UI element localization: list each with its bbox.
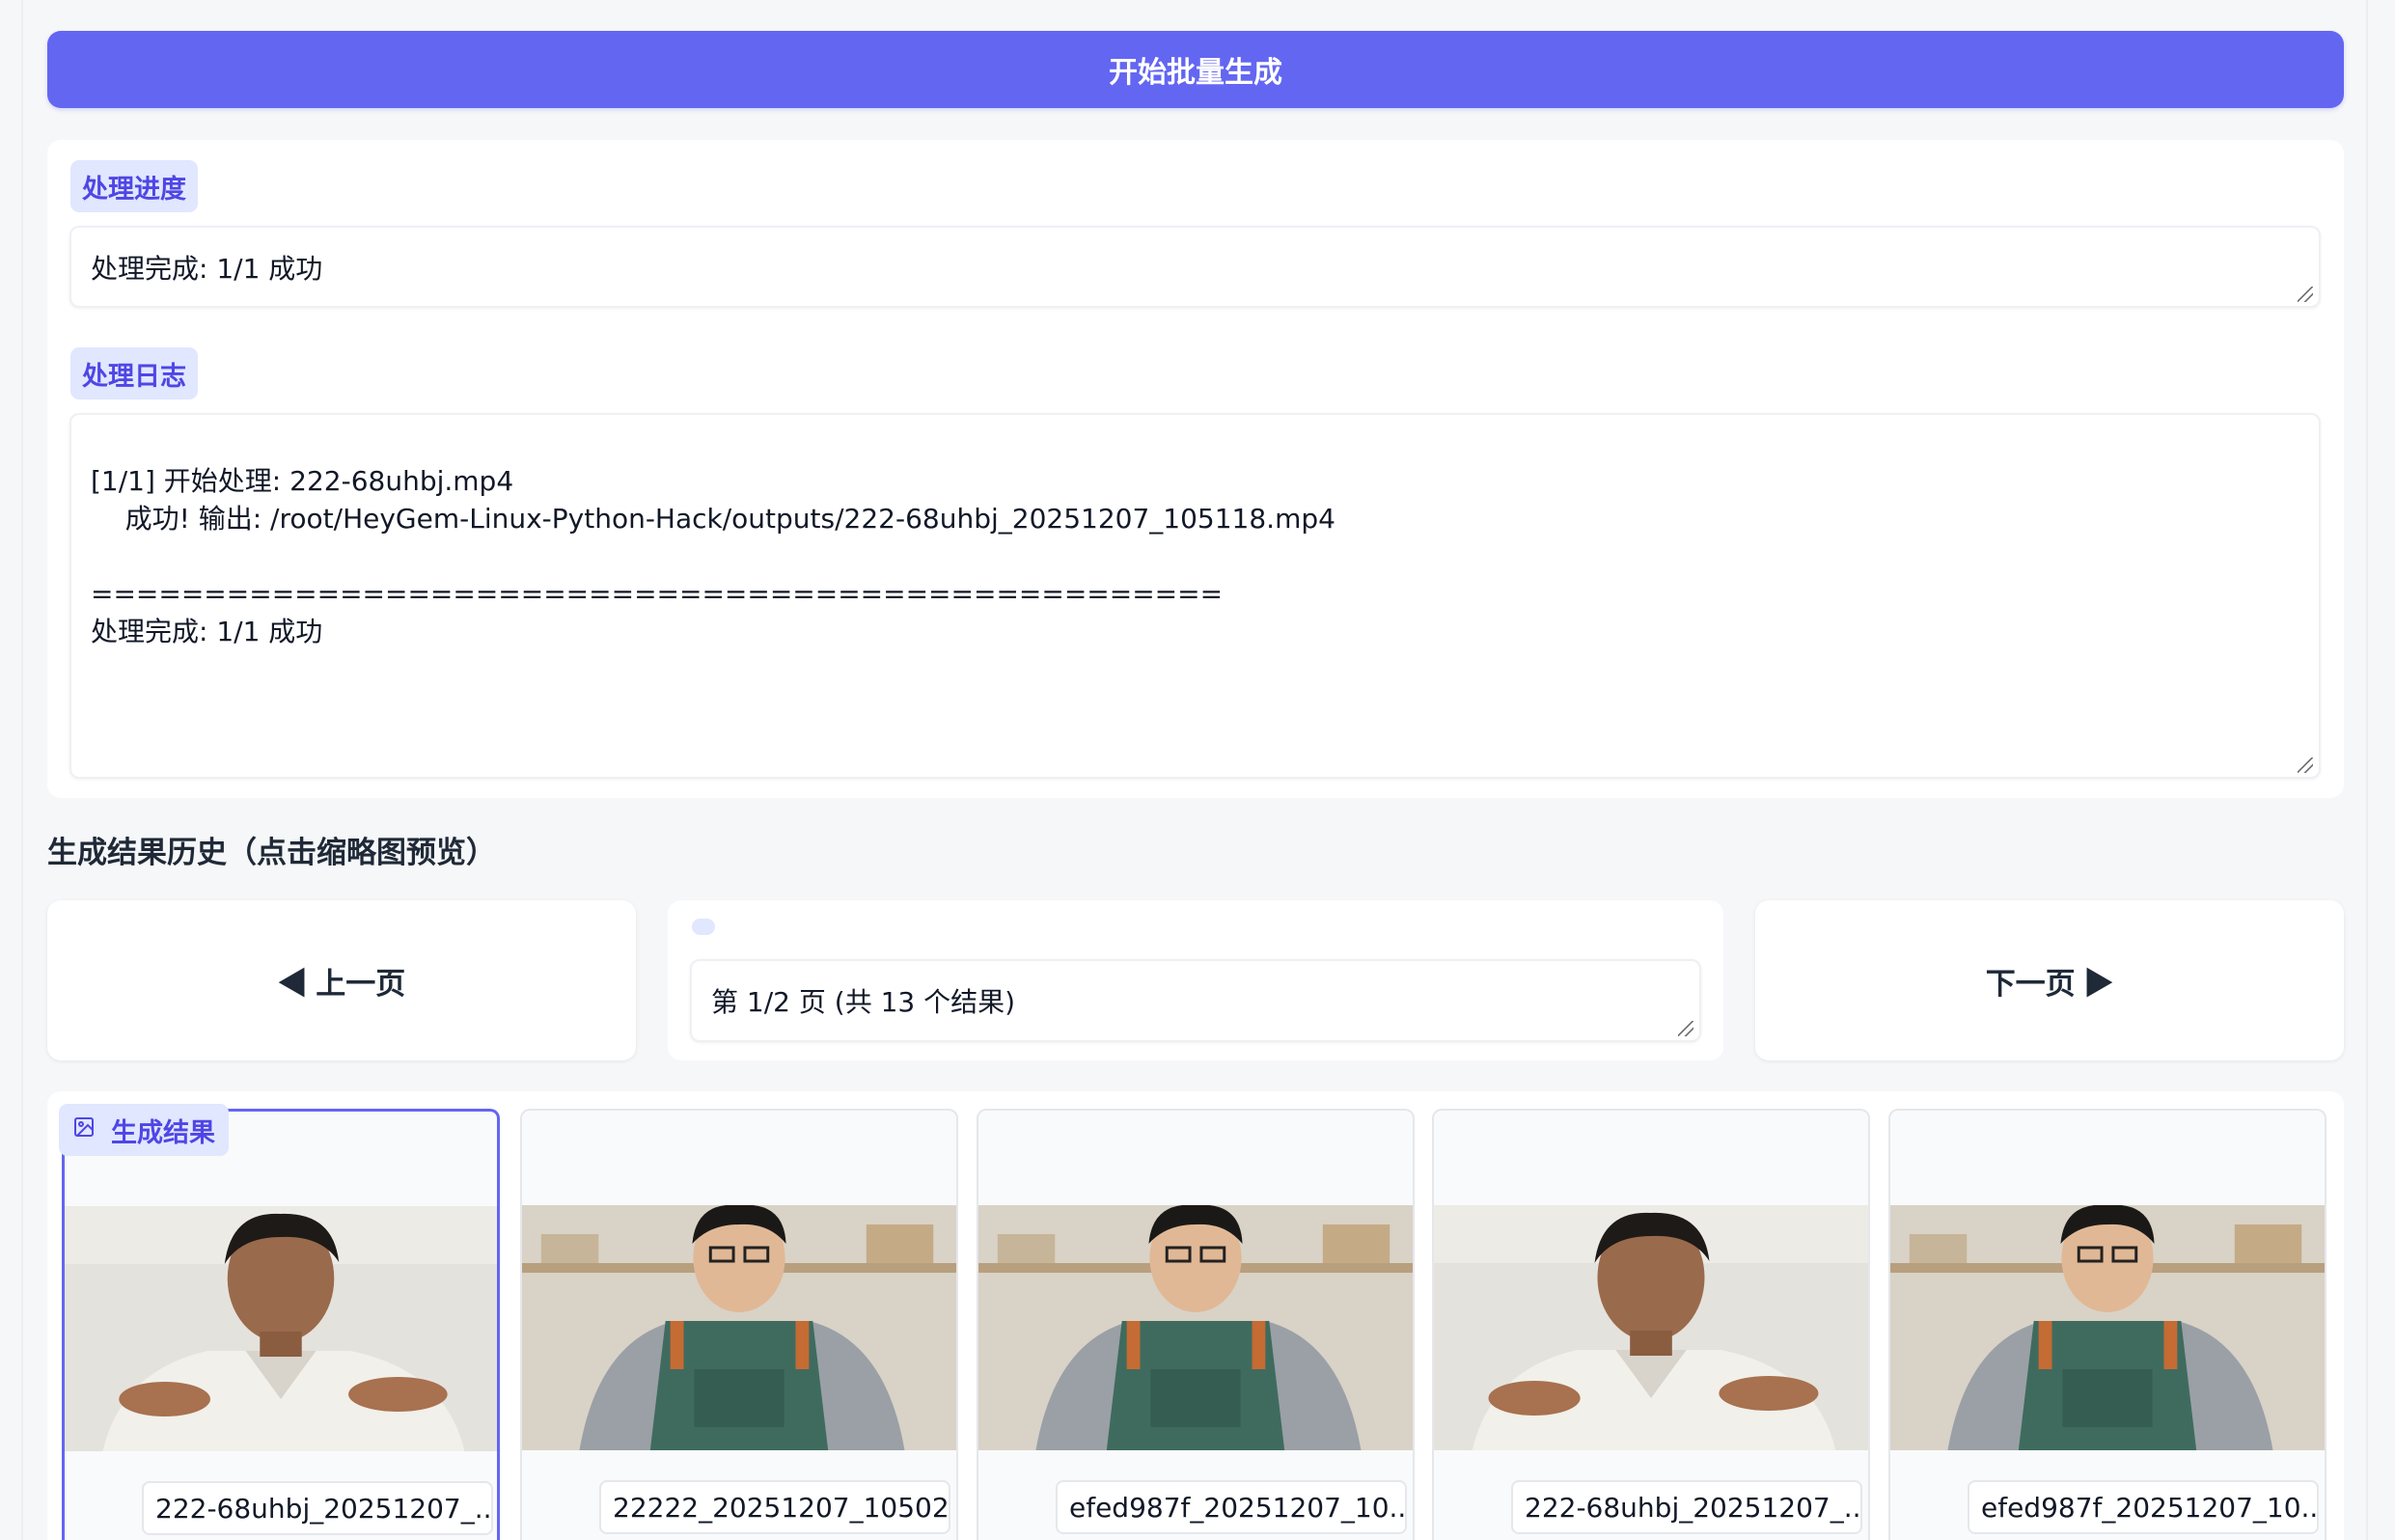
log-text: [1/1] 开始处理: 222-68uhbj.mp4 成功! 输出: /root… bbox=[91, 465, 1335, 647]
thumbnail-image-man-apron bbox=[1890, 1205, 2325, 1450]
thumbnail-image-man-shirt bbox=[65, 1206, 497, 1451]
progress-field[interactable]: 处理完成: 1/1 成功 bbox=[69, 226, 2321, 308]
video-thumbnail[interactable] bbox=[1434, 1205, 1868, 1450]
resize-grip-icon[interactable] bbox=[2298, 757, 2313, 773]
thumbnail-image-man-apron bbox=[978, 1205, 1413, 1450]
video-thumbnail[interactable] bbox=[65, 1206, 497, 1451]
progress-value: 处理完成: 1/1 成功 bbox=[91, 252, 323, 285]
resize-grip-icon[interactable] bbox=[1678, 1021, 1693, 1036]
video-thumbnail[interactable] bbox=[978, 1205, 1413, 1450]
progress-label: 处理进度 bbox=[70, 160, 198, 212]
gallery-item-4[interactable]: 222-68uhbj_20251207_... bbox=[1432, 1109, 1870, 1540]
gallery-label-text: 生成结果 bbox=[111, 1117, 215, 1148]
gallery-caption: efed987f_20251207_10... bbox=[1056, 1480, 1407, 1534]
gallery-item-1[interactable]: 222-68uhbj_20251207_... bbox=[62, 1109, 500, 1540]
video-thumbnail[interactable] bbox=[1890, 1205, 2325, 1450]
next-page-button[interactable]: 下一页 ▶ bbox=[1755, 900, 2344, 1060]
processing-panel: 处理进度 处理完成: 1/1 成功 处理日志 [1/1] 开始处理: 222-6… bbox=[47, 140, 2344, 798]
gallery-caption: efed987f_20251207_10... bbox=[1968, 1480, 2319, 1534]
log-label: 处理日志 bbox=[70, 347, 198, 399]
image-icon bbox=[72, 1115, 96, 1145]
history-title: 生成结果历史（点击缩略图预览） bbox=[47, 836, 496, 870]
progress-label-text: 处理进度 bbox=[82, 174, 186, 205]
page-info-text: 第 1/2 页 (共 13 个结果) bbox=[711, 986, 1016, 1018]
gallery-caption: 22222_20251207_10502... bbox=[599, 1480, 950, 1534]
gallery-item-2[interactable]: 22222_20251207_10502... bbox=[520, 1109, 958, 1540]
status-dot bbox=[692, 919, 715, 935]
thumbnail-image-man-shirt bbox=[1434, 1205, 1868, 1450]
prev-page-button[interactable]: ◀ 上一页 bbox=[47, 900, 636, 1060]
gallery-item-5[interactable]: efed987f_20251207_10... bbox=[1888, 1109, 2326, 1540]
log-field[interactable]: [1/1] 开始处理: 222-68uhbj.mp4 成功! 输出: /root… bbox=[69, 413, 2321, 779]
log-label-text: 处理日志 bbox=[82, 361, 186, 392]
start-batch-button[interactable]: 开始批量生成 bbox=[47, 31, 2344, 108]
gallery-caption: 222-68uhbj_20251207_... bbox=[1511, 1480, 1862, 1534]
gallery-caption: 222-68uhbj_20251207_... bbox=[142, 1481, 493, 1535]
gallery-label: 生成结果 bbox=[59, 1104, 229, 1156]
gallery-item-3[interactable]: efed987f_20251207_10... bbox=[977, 1109, 1415, 1540]
resize-grip-icon[interactable] bbox=[2298, 287, 2313, 302]
thumbnail-image-man-apron bbox=[522, 1205, 956, 1450]
page-info-field[interactable]: 第 1/2 页 (共 13 个结果) bbox=[690, 959, 1701, 1042]
page-info-panel: 第 1/2 页 (共 13 个结果) bbox=[668, 900, 1723, 1060]
video-thumbnail[interactable] bbox=[522, 1205, 956, 1450]
